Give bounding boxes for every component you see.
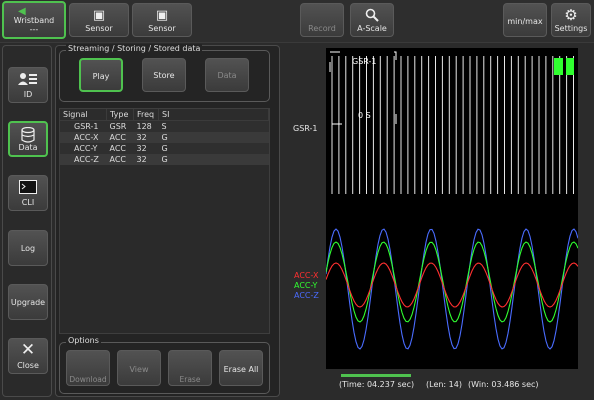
record-button[interactable]: Record: [300, 3, 344, 37]
table-header-row: Signal Type Freq SI: [60, 109, 269, 121]
wristband-sublabel: ---: [29, 25, 39, 34]
table-cell: 32: [133, 132, 159, 143]
erase-all-button[interactable]: Erase All: [219, 350, 263, 386]
erase-button[interactable]: Erase: [168, 350, 212, 386]
sidebar-item-cli[interactable]: CLI: [8, 175, 48, 211]
acc-x-waveform: [325, 262, 579, 308]
status-indicator: [566, 58, 574, 75]
data-button[interactable]: Data: [205, 58, 249, 92]
data-label: Data: [217, 71, 237, 80]
store-button[interactable]: Store: [142, 58, 186, 92]
chip-icon: ▣: [155, 8, 169, 23]
table-cell: 32: [133, 154, 159, 165]
table-row[interactable]: ACC-Y ACC 32 G: [60, 143, 269, 154]
gsr-waveform: [331, 56, 574, 194]
play-label: Play: [92, 72, 110, 81]
table-cell: G: [158, 132, 269, 143]
sidebar-item-label: Upgrade: [10, 298, 46, 307]
acc-z-axis-label: ACC-Z: [294, 291, 319, 300]
play-button[interactable]: Play: [79, 58, 123, 92]
gsr-axis-label: GSR-1: [293, 124, 318, 133]
close-icon: ✕: [20, 340, 36, 360]
sensor-label: Sensor: [85, 24, 113, 33]
settings-button[interactable]: ⚙ Settings: [551, 3, 591, 37]
sidebar-item-log[interactable]: Log: [8, 230, 48, 266]
table-cell: ACC-Y: [60, 143, 107, 154]
table-row[interactable]: GSR-1 GSR 128 S: [60, 120, 269, 132]
table-cell: 128: [133, 120, 159, 132]
sidebar-item-label: ID: [23, 90, 33, 99]
top-toolbar: ◀ Wristband --- ▣ Sensor ▣ Sensor Record…: [0, 0, 594, 43]
erase-all-label: Erase All: [223, 365, 259, 374]
wristband-button[interactable]: ◀ Wristband ---: [2, 1, 66, 39]
table-cell: GSR-1: [60, 120, 107, 132]
acc-y-axis-label: ACC-Y: [294, 281, 318, 290]
sidebar-item-label: CLI: [21, 198, 35, 207]
signal-plot-svg: [325, 51, 579, 350]
status-time: (Time: 04.237 sec): [339, 380, 415, 389]
sidebar-item-label: Close: [17, 361, 39, 370]
column-header: Signal: [60, 109, 107, 121]
chip-icon: ▣: [92, 8, 106, 23]
acc-x-axis-label: ACC-X: [294, 271, 319, 280]
wristband-label: Wristband: [13, 16, 55, 25]
sidebar-item-upgrade[interactable]: Upgrade: [8, 284, 48, 320]
record-label: Record: [308, 24, 336, 33]
sidebar-item-id[interactable]: ID: [8, 67, 48, 103]
gsr-overlay-label: GSR-1: [352, 57, 377, 66]
column-header: Type: [106, 109, 134, 121]
minmax-label: min/max: [507, 17, 543, 26]
status-win: (Win: 03.486 sec): [468, 380, 539, 389]
store-label: Store: [153, 71, 175, 80]
sidebar-item-data[interactable]: Data: [8, 121, 48, 157]
table-cell: ACC: [106, 132, 134, 143]
column-header: SI: [158, 109, 269, 121]
acc-z-waveform: [325, 228, 579, 350]
sidebar-item-close[interactable]: ✕ Close: [8, 338, 48, 374]
gear-icon: ⚙: [564, 6, 578, 24]
sensor-button-1[interactable]: ▣ Sensor: [69, 3, 129, 37]
ascale-label: A-Scale: [357, 24, 387, 33]
table-cell: GSR: [106, 120, 134, 132]
acc-y-waveform: [325, 241, 579, 323]
table-cell: S: [158, 120, 269, 132]
table-cell: G: [158, 154, 269, 165]
table-row[interactable]: ACC-Z ACC 32 G: [60, 154, 269, 165]
sensor-button-2[interactable]: ▣ Sensor: [132, 3, 192, 37]
table-cell: ACC: [106, 154, 134, 165]
table-cell: ACC-X: [60, 132, 107, 143]
gsr-overlay-value: 0 S: [358, 111, 371, 120]
sensor-label: Sensor: [148, 24, 176, 33]
streaming-group-title: Streaming / Storing / Stored data: [66, 44, 203, 53]
download-label: Download: [69, 375, 107, 384]
erase-label: Erase: [179, 375, 201, 384]
table-cell: ACC: [106, 143, 134, 154]
table-cell: 32: [133, 143, 159, 154]
sidebar-item-label: Data: [18, 143, 38, 152]
progress-bar: [341, 374, 411, 377]
status-indicator: [554, 58, 563, 75]
signal-table: Signal Type Freq SI GSR-1 GSR 128 S ACC-…: [60, 109, 269, 165]
ascale-button[interactable]: A-Scale: [350, 3, 394, 37]
signal-table-container: Signal Type Freq SI GSR-1 GSR 128 S ACC-…: [59, 108, 270, 334]
signal-plot[interactable]: GSR-1 0 S: [325, 48, 579, 369]
table-row[interactable]: ACC-X ACC 32 G: [60, 132, 269, 143]
terminal-icon: [9, 180, 47, 198]
minmax-button[interactable]: min/max: [503, 3, 547, 37]
download-button[interactable]: Download: [66, 350, 110, 386]
sidebar-item-label: Log: [20, 244, 36, 253]
table-cell: G: [158, 143, 269, 154]
table-cell: ACC-Z: [60, 154, 107, 165]
settings-label: Settings: [554, 24, 588, 33]
options-group-title: Options: [66, 336, 101, 345]
view-label: View: [129, 365, 149, 374]
view-button[interactable]: View: [117, 350, 161, 386]
status-len: (Len: 14): [426, 380, 462, 389]
column-header: Freq: [133, 109, 159, 121]
id-card-icon: [9, 72, 47, 90]
